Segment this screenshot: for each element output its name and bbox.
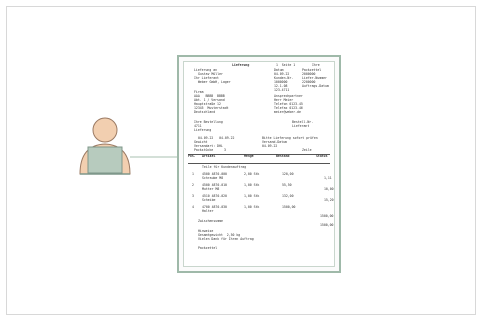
row-price: 55,50 xyxy=(282,183,292,187)
row-qty: 1,00 Stk xyxy=(244,205,260,209)
meta-right-4: Auftrags-Datum xyxy=(302,84,329,88)
footer-2: Vielen Dank für Ihren Auftrag xyxy=(198,237,254,241)
shipping-right-3: Zeile xyxy=(302,148,312,152)
table-group: Teile für Kundenauftrag xyxy=(202,165,247,169)
th-article: Artikel xyxy=(202,154,216,158)
document-page: Lieferung 1 Seite 1 Ihre Lieferung an Gu… xyxy=(183,61,335,267)
person-head xyxy=(92,117,118,143)
row-val: 15,20 xyxy=(324,198,334,202)
row-qty: 1,00 Stk xyxy=(244,194,260,198)
doc-title: Lieferung xyxy=(232,63,250,67)
ref-left-2: Lieferung xyxy=(194,128,212,132)
contact-4: meier@weber.de xyxy=(274,110,301,114)
row-val: 10,00 xyxy=(324,187,334,191)
shipping-3: Packstücke xyxy=(194,148,214,152)
sender-3: Weber GmbH, Lager xyxy=(198,80,231,84)
shipping-4: 3 xyxy=(224,148,226,152)
row-pos: 4 xyxy=(192,205,194,209)
th-qty: Menge xyxy=(244,154,254,158)
laptop-screen xyxy=(87,146,123,174)
row-desc: Mutter M8 xyxy=(202,187,220,191)
row-price: 132,00 xyxy=(282,194,294,198)
address-5: Deutschland xyxy=(194,110,216,114)
shipping-right-2: 04.09.22 xyxy=(262,144,278,148)
row-val: 1,11 xyxy=(324,176,332,180)
ref-right-1: Lieferant xyxy=(292,124,310,128)
th-pos: Pos. xyxy=(188,154,196,158)
row-desc: Schraube M8 xyxy=(202,176,224,180)
row-qty: 1,00 Stk xyxy=(244,183,260,187)
row-desc: Halter xyxy=(202,209,214,213)
row-qty: 2,00 Stk xyxy=(244,172,260,176)
footer-note: Packzettel xyxy=(198,246,218,250)
row-pos: 3 xyxy=(192,194,194,198)
th-stock: Bestand xyxy=(276,154,290,158)
th-status: Status xyxy=(316,154,328,158)
row-pos: 2 xyxy=(192,183,194,187)
table-header-rule xyxy=(188,163,330,164)
row-pos: 1 xyxy=(192,172,194,176)
row-desc: Scheibe xyxy=(202,198,216,202)
subtotal-value-2: 1500,00 xyxy=(320,223,334,227)
row-price: 1500,00 xyxy=(282,205,296,209)
subtotal-label: Zwischensumme xyxy=(198,219,223,223)
row-price: 120,00 xyxy=(282,172,294,176)
delivery-note-document: Lieferung 1 Seite 1 Ihre Lieferung an Gu… xyxy=(177,55,341,273)
subtotal-value-1: 1500,00 xyxy=(320,214,334,218)
meta-left-5: 123-4711 xyxy=(274,88,290,92)
